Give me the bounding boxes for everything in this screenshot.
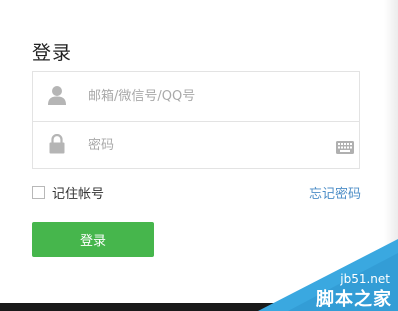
login-page: 登录 邮箱/微信号/QQ号 记住帐号 忘记密码 登录 jb51.net 脚本之家 bbox=[0, 0, 398, 311]
login-button[interactable]: 登录 bbox=[32, 222, 154, 257]
page-title: 登录 bbox=[32, 42, 73, 64]
remember-checkbox[interactable] bbox=[32, 186, 45, 199]
account-field bbox=[33, 72, 359, 122]
password-field bbox=[33, 121, 359, 169]
account-input[interactable] bbox=[88, 72, 318, 121]
login-form bbox=[32, 71, 360, 169]
keyboard-icon[interactable] bbox=[336, 139, 354, 154]
user-icon bbox=[48, 85, 66, 105]
remember-account[interactable]: 记住帐号 bbox=[32, 183, 104, 202]
forgot-password-link[interactable]: 忘记密码 bbox=[309, 183, 361, 202]
remember-label: 记住帐号 bbox=[52, 187, 105, 202]
watermark-name: 脚本之家 bbox=[316, 289, 392, 310]
right-edge-shadow bbox=[384, 0, 398, 303]
password-input[interactable] bbox=[88, 121, 318, 169]
watermark-domain: jb51.net bbox=[340, 272, 390, 286]
lock-icon bbox=[48, 133, 66, 154]
